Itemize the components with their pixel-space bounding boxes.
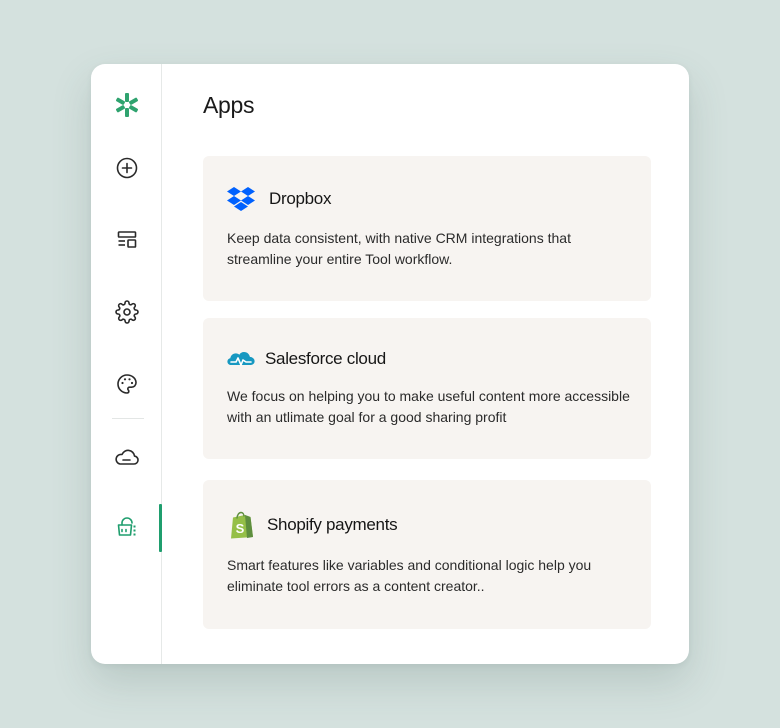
card-header: S Shopify payments	[227, 511, 398, 539]
card-title: Shopify payments	[267, 515, 398, 534]
app-window: Apps Dropbox Keep data consistent, with …	[91, 64, 689, 664]
card-header: Salesforce cloud	[227, 345, 386, 373]
card-title: Salesforce cloud	[265, 349, 386, 368]
apps-basket-icon[interactable]	[114, 515, 140, 541]
shopify-icon: S	[227, 511, 255, 539]
sidebar	[91, 64, 162, 664]
svg-text:S: S	[236, 521, 245, 536]
card-title: Dropbox	[269, 189, 332, 208]
card-description: Keep data consistent, with native CRM in…	[227, 230, 571, 267]
plus-circle-icon[interactable]	[114, 155, 140, 181]
sidebar-divider	[112, 418, 144, 419]
card-description: We focus on helping you to make useful c…	[227, 388, 630, 425]
cloud-icon[interactable]	[114, 444, 140, 470]
page-title: Apps	[203, 92, 255, 118]
gear-icon[interactable]	[114, 299, 140, 325]
logo-asterisk-icon[interactable]	[114, 92, 140, 118]
dropbox-icon	[227, 185, 255, 213]
app-card-salesforce[interactable]: Salesforce cloud We focus on helping you…	[203, 318, 651, 459]
palette-icon[interactable]	[114, 371, 140, 397]
layout-icon[interactable]	[114, 227, 140, 253]
app-card-dropbox[interactable]: Dropbox Keep data consistent, with nativ…	[203, 156, 651, 301]
app-card-shopify[interactable]: S Shopify payments Smart features like v…	[203, 480, 651, 629]
card-header: Dropbox	[227, 185, 331, 213]
card-description: Smart features like variables and condit…	[227, 557, 592, 594]
main-content: Apps Dropbox Keep data consistent, with …	[162, 64, 689, 664]
salesforce-icon	[227, 345, 255, 373]
